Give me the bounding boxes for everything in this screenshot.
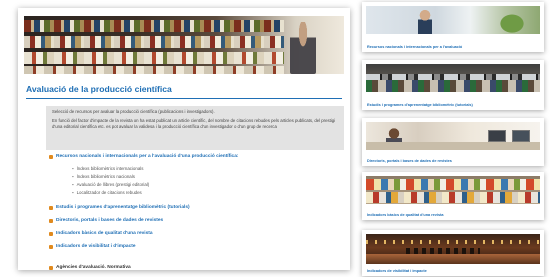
sub-link-llibres[interactable]: Avaluació de llibres (prestigi editorial… xyxy=(72,181,344,189)
thumbnail-photo xyxy=(366,6,540,34)
page-title: Avaluació de la producció científica xyxy=(26,84,342,99)
thumbnail-caption[interactable]: Indicadors bàsics de qualitat d'una revi… xyxy=(367,213,443,217)
section-label: Directoris, portals i bases de dades de … xyxy=(56,218,164,223)
bullet-icon xyxy=(49,245,53,249)
sub-links: Índexs bibliomètrics internacionals Índe… xyxy=(72,165,344,197)
thumbnail-card-directoris[interactable]: Directoris, portals i bases de dades de … xyxy=(362,118,544,166)
intro-box: Selecció de recursos per avaluar la prod… xyxy=(46,106,344,150)
section-link-agencies[interactable]: Agències d'avaluació. Normativa xyxy=(48,265,344,270)
bullet-icon xyxy=(49,219,53,223)
thumbnail-photo xyxy=(366,234,540,264)
thumbnail-card-indicadors-visibilitat[interactable]: Indicadors de visibilitat i impacte xyxy=(362,230,544,276)
bullet-icon xyxy=(49,266,53,270)
section-link-directoris[interactable]: Directoris, portals i bases de dades de … xyxy=(48,218,344,223)
thumbnail-photo xyxy=(366,176,540,204)
section-label: Indicadors de visibilitat i d'impacte xyxy=(56,244,136,249)
thumbnail-photo xyxy=(366,122,540,150)
section-label: Indicadors bàsics de qualitat d'una revi… xyxy=(56,231,153,236)
section-label: Estudis i programes d'aprenentatge bibli… xyxy=(56,205,190,210)
section-link-estudis[interactable]: Estudis i programes d'aprenentatge bibli… xyxy=(48,205,344,210)
thumbnail-caption[interactable]: Recursos nacionals i internacionals per … xyxy=(367,45,462,49)
section-label: Agències d'avaluació. Normativa xyxy=(56,265,131,270)
section-label: Recursos nacionals i internacionals per … xyxy=(56,154,239,159)
sub-link-index-nac[interactable]: Índexs bibliomètrics nacionals xyxy=(72,173,344,181)
bullet-icon xyxy=(49,232,53,236)
section-link-recursos[interactable]: Recursos nacionals i internacionals per … xyxy=(48,154,344,197)
thumbnail-card-indicadors-qualitat[interactable]: Indicadors bàsics de qualitat d'una revi… xyxy=(362,172,544,220)
intro-text-2: En funció del factor d'impacte de la rev… xyxy=(52,118,336,129)
main-content-card: Avaluació de la producció científica Sel… xyxy=(18,8,350,270)
sub-link-citacions[interactable]: Localitzador de citacions rebudes xyxy=(72,189,344,197)
thumbnail-caption[interactable]: Estudis i programes d'aprenentatge bibli… xyxy=(367,103,473,107)
intro-text-1: Selecció de recursos per avaluar la prod… xyxy=(52,109,215,114)
bullet-icon xyxy=(49,206,53,210)
section-links: Recursos nacionals i internacionals per … xyxy=(48,154,344,270)
thumbnail-card-estudis[interactable]: Estudis i programes d'aprenentatge bibli… xyxy=(362,60,544,110)
thumbnail-card-recursos[interactable]: Recursos nacionals i internacionals per … xyxy=(362,2,544,52)
section-link-indicadors-qualitat[interactable]: Indicadors bàsics de qualitat d'una revi… xyxy=(48,231,344,236)
thumbnail-caption[interactable]: Directoris, portals i bases de dades de … xyxy=(367,159,452,163)
bullet-icon xyxy=(49,155,53,159)
thumbnail-photo xyxy=(366,64,540,92)
thumbnail-caption[interactable]: Indicadors de visibilitat i impacte xyxy=(367,269,427,273)
section-link-indicadors-visibilitat[interactable]: Indicadors de visibilitat i d'impacte xyxy=(48,244,344,249)
sub-link-index-int[interactable]: Índexs bibliomètrics internacionals xyxy=(72,165,344,173)
library-shelves-photo xyxy=(24,16,344,74)
